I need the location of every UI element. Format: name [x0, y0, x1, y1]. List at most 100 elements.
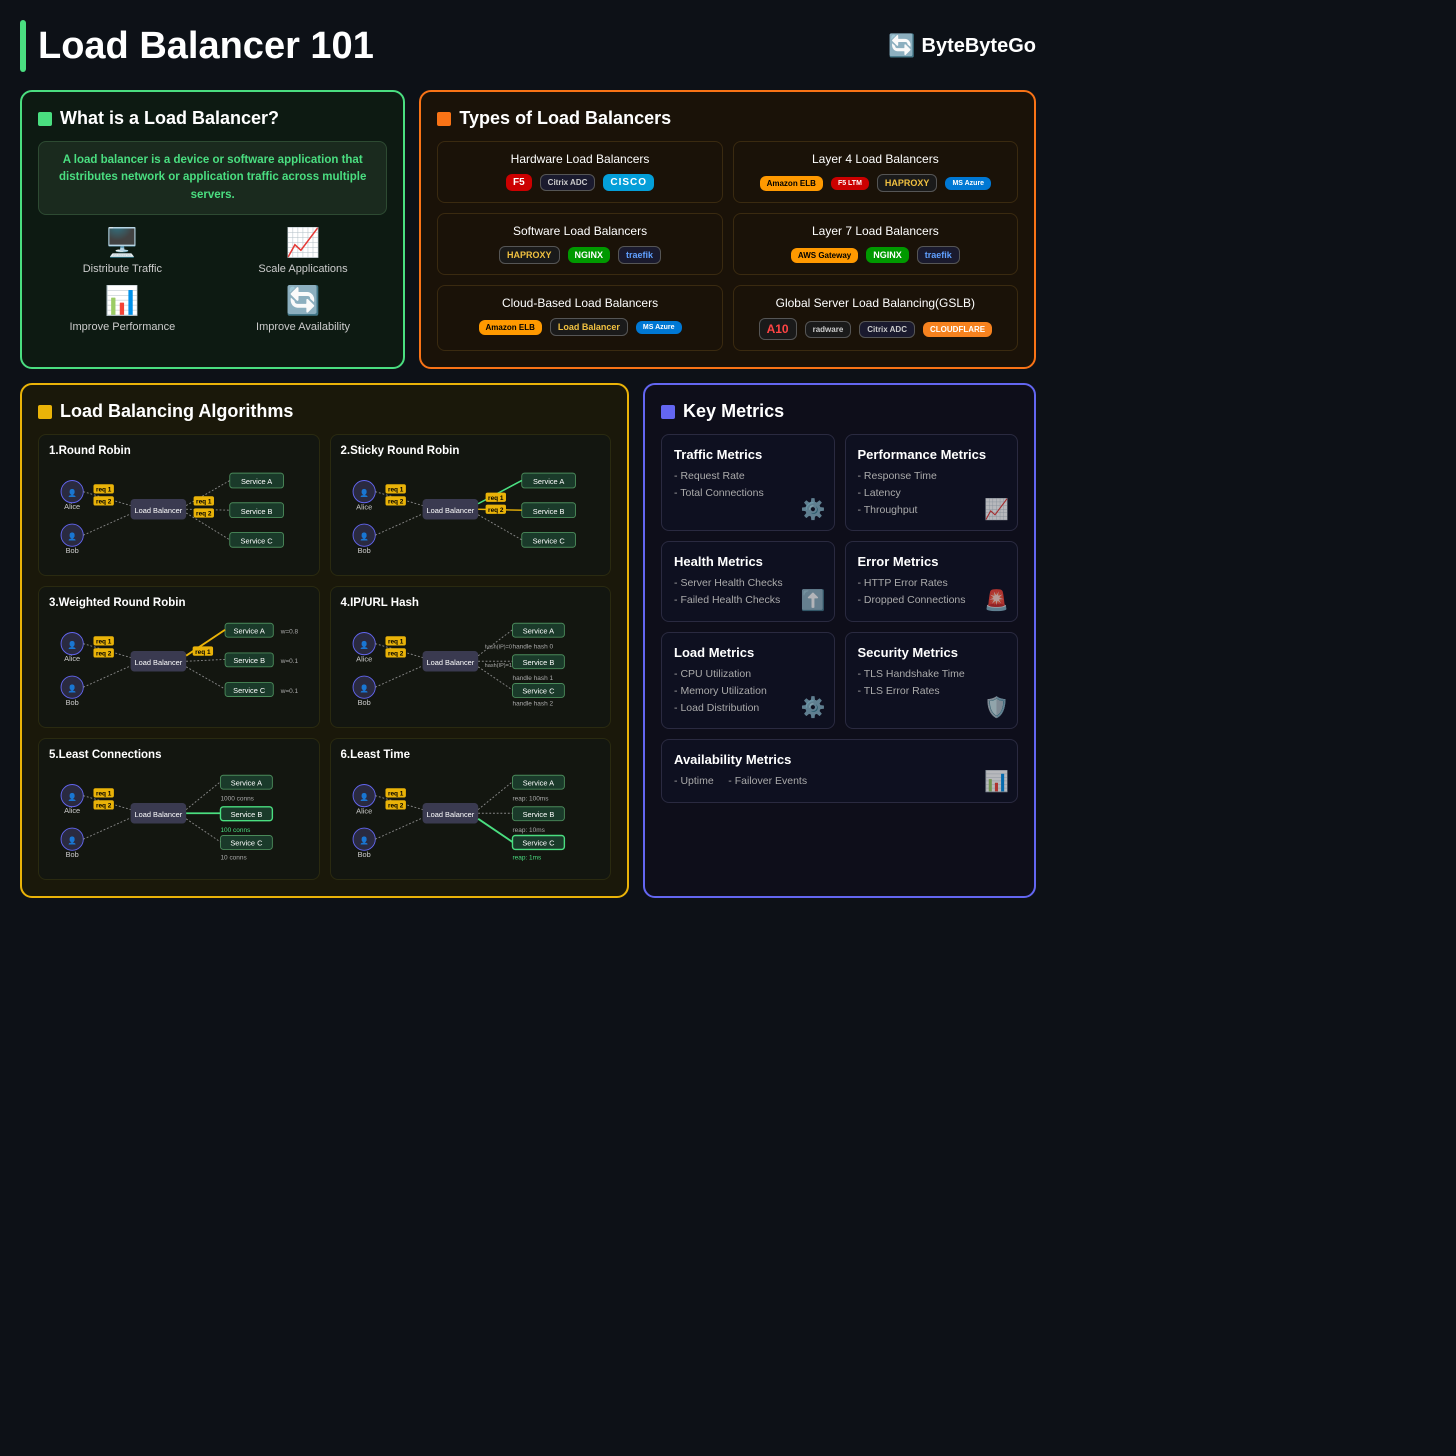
- svg-text:reap: 1ms: reap: 1ms: [512, 855, 541, 862]
- brand-icon: 🔄: [888, 33, 915, 59]
- type-software-title: Software Load Balancers: [448, 224, 711, 238]
- algorithms-title: Load Balancing Algorithms: [38, 401, 611, 422]
- svg-text:Bob: Bob: [357, 698, 370, 707]
- green-dot: [38, 112, 52, 126]
- type-gslb: Global Server Load Balancing(GSLB) A10 r…: [733, 285, 1018, 351]
- logo-aws-app-gw: AWS Gateway: [791, 248, 858, 263]
- logo-f5-ltm: F5 LTM: [831, 177, 869, 190]
- svg-text:req 1: req 1: [387, 639, 403, 646]
- metric-avail-items: - Uptime - Failover Events: [674, 773, 1005, 790]
- metric-error-title: Error Metrics: [858, 554, 1005, 569]
- svg-text:Service C: Service C: [532, 537, 565, 546]
- metric-performance: Performance Metrics - Response Time- Lat…: [845, 434, 1018, 531]
- svg-text:handle hash 0: handle hash 0: [512, 643, 553, 650]
- svg-text:Service A: Service A: [241, 477, 272, 486]
- algo-rr-title: 1.Round Robin: [49, 445, 309, 457]
- algo-rr-diagram: 👤 Alice 👤 Bob Load Balancer Service A Se…: [49, 465, 309, 560]
- type-layer7: Layer 7 Load Balancers AWS Gateway NGINX…: [733, 213, 1018, 275]
- svg-text:req 2: req 2: [196, 511, 212, 518]
- svg-text:Service A: Service A: [522, 626, 553, 635]
- svg-text:👤: 👤: [68, 488, 77, 497]
- avail-icon: 📊: [984, 769, 1009, 794]
- svg-text:req 1: req 1: [387, 791, 403, 798]
- metric-health-title: Health Metrics: [674, 554, 821, 569]
- svg-text:handle hash 1: handle hash 1: [512, 675, 553, 682]
- svg-text:req 2: req 2: [488, 507, 504, 514]
- algo-round-robin: 1.Round Robin 👤 Alice 👤 Bob Load Balance…: [38, 434, 320, 576]
- metric-load-title: Load Metrics: [674, 645, 821, 660]
- svg-text:req 2: req 2: [96, 651, 112, 658]
- algo-least-time: 6.Least Time 👤 Alice 👤 Bob Load Balancer…: [330, 738, 612, 880]
- logo-radware: radware: [805, 321, 852, 338]
- logo-haproxy-l4: HAPROXY: [877, 174, 938, 192]
- svg-text:reap: 10ms: reap: 10ms: [512, 827, 544, 834]
- performance-label: Improve Performance: [69, 321, 175, 333]
- yellow-dot: [38, 405, 52, 419]
- svg-text:Load Balancer: Load Balancer: [426, 506, 474, 515]
- svg-text:req 2: req 2: [387, 651, 403, 658]
- svg-text:100 conns: 100 conns: [220, 827, 250, 834]
- svg-text:req 1: req 1: [196, 499, 212, 506]
- svg-text:hash(IP)=1: hash(IP)=1: [484, 663, 511, 669]
- svg-text:Bob: Bob: [66, 546, 79, 555]
- metrics-section: Key Metrics Traffic Metrics - Request Ra…: [643, 383, 1036, 898]
- svg-text:hash(IP)=0: hash(IP)=0: [484, 644, 511, 650]
- type-software: Software Load Balancers HAPROXY NGINX tr…: [437, 213, 722, 275]
- logo-f5: F5: [506, 174, 532, 191]
- svg-text:👤: 👤: [359, 684, 368, 693]
- svg-text:Load Balancer: Load Balancer: [134, 810, 182, 819]
- svg-text:Service B: Service B: [532, 507, 564, 516]
- svg-text:1000 conns: 1000 conns: [220, 795, 253, 802]
- logo-traefik-sw: traefik: [618, 246, 661, 264]
- metric-avail-title: Availability Metrics: [674, 752, 1005, 767]
- svg-text:Service A: Service A: [234, 626, 265, 635]
- svg-text:Alice: Alice: [64, 654, 80, 663]
- svg-text:Alice: Alice: [356, 806, 372, 815]
- type-hardware-title: Hardware Load Balancers: [448, 152, 711, 166]
- type-software-logos: HAPROXY NGINX traefik: [448, 246, 711, 264]
- logo-a10: A10: [759, 318, 797, 340]
- top-row: What is a Load Balancer? A load balancer…: [20, 90, 1036, 369]
- svg-text:Service C: Service C: [241, 537, 274, 546]
- svg-text:👤: 👤: [359, 836, 368, 845]
- algo-ip-hash: 4.IP/URL Hash 👤 Alice 👤 Bob Load Balance…: [330, 586, 612, 728]
- svg-text:Alice: Alice: [356, 654, 372, 663]
- algo-wrr-title: 3.Weighted Round Robin: [49, 597, 309, 609]
- svg-text:👤: 👤: [359, 488, 368, 497]
- svg-text:Load Balancer: Load Balancer: [134, 506, 182, 515]
- logo-citrix: Citrix ADC: [540, 174, 596, 191]
- header-accent-bar: [20, 20, 26, 72]
- metric-security: Security Metrics - TLS Handshake Time- T…: [845, 632, 1018, 729]
- metric-load-items: - CPU Utilization- Memory Utilization- L…: [674, 666, 821, 716]
- algo-hash-diagram: 👤 Alice 👤 Bob Load Balancer Service A ha…: [341, 617, 601, 712]
- svg-text:Load Balancer: Load Balancer: [426, 658, 474, 667]
- metrics-grid: Traffic Metrics - Request Rate- Total Co…: [661, 434, 1018, 803]
- svg-text:Service C: Service C: [230, 839, 263, 848]
- blue-dot: [661, 405, 675, 419]
- brand-logo: 🔄 ByteByteGo: [888, 33, 1036, 59]
- svg-text:10 conns: 10 conns: [220, 855, 246, 862]
- what-is-title: What is a Load Balancer?: [38, 108, 387, 129]
- algo-srr-diagram: 👤 Alice 👤 Bob Load Balancer Service A Se…: [341, 465, 601, 560]
- types-title: Types of Load Balancers: [437, 108, 1018, 129]
- logo-cisco: CISCO: [603, 174, 654, 191]
- svg-text:req 1: req 1: [488, 495, 504, 502]
- type-hardware: Hardware Load Balancers F5 Citrix ADC CI…: [437, 141, 722, 203]
- logo-nginx-sw: NGINX: [568, 247, 611, 263]
- metrics-title: Key Metrics: [661, 401, 1018, 422]
- type-cloud-title: Cloud-Based Load Balancers: [448, 296, 711, 310]
- svg-text:Service C: Service C: [233, 686, 266, 695]
- type-layer4-title: Layer 4 Load Balancers: [744, 152, 1007, 166]
- type-layer7-title: Layer 7 Load Balancers: [744, 224, 1007, 238]
- performance-icon: 📊: [105, 287, 140, 315]
- logo-citrix-gslb: Citrix ADC: [859, 321, 915, 338]
- svg-text:Bob: Bob: [357, 850, 370, 859]
- svg-text:Service B: Service B: [241, 507, 273, 516]
- error-icon: 🚨: [984, 588, 1009, 613]
- page-title: Load Balancer 101: [38, 25, 374, 68]
- svg-text:👤: 👤: [68, 684, 77, 693]
- feature-scale: 📈 Scale Applications: [219, 229, 388, 275]
- traffic-icon: ⚙️: [801, 497, 826, 522]
- metric-perf-title: Performance Metrics: [858, 447, 1005, 462]
- svg-text:Service B: Service B: [233, 656, 265, 665]
